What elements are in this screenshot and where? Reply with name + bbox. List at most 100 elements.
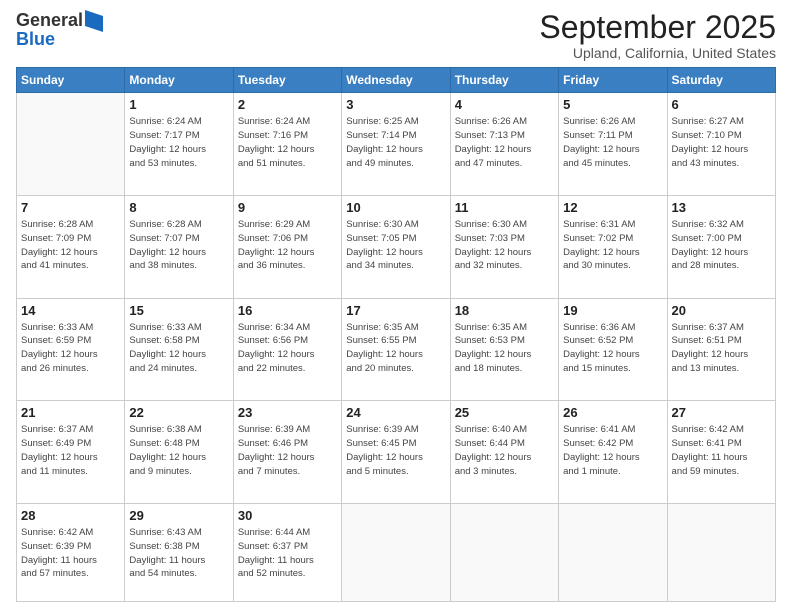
col-sunday: Sunday — [17, 68, 125, 93]
table-row: 1Sunrise: 6:24 AMSunset: 7:17 PMDaylight… — [125, 93, 233, 196]
day-info: Sunrise: 6:38 AMSunset: 6:48 PMDaylight:… — [129, 423, 228, 478]
day-info: Sunrise: 6:25 AMSunset: 7:14 PMDaylight:… — [346, 115, 445, 170]
day-info: Sunrise: 6:28 AMSunset: 7:09 PMDaylight:… — [21, 218, 120, 273]
col-thursday: Thursday — [450, 68, 558, 93]
table-row: 24Sunrise: 6:39 AMSunset: 6:45 PMDayligh… — [342, 401, 450, 504]
day-number: 26 — [563, 404, 662, 422]
day-info: Sunrise: 6:39 AMSunset: 6:46 PMDaylight:… — [238, 423, 337, 478]
day-number: 2 — [238, 96, 337, 114]
day-info: Sunrise: 6:24 AMSunset: 7:16 PMDaylight:… — [238, 115, 337, 170]
day-info: Sunrise: 6:39 AMSunset: 6:45 PMDaylight:… — [346, 423, 445, 478]
table-row — [342, 503, 450, 601]
main-title: September 2025 — [539, 10, 776, 45]
day-info: Sunrise: 6:37 AMSunset: 6:51 PMDaylight:… — [672, 321, 771, 376]
day-number: 3 — [346, 96, 445, 114]
table-row: 9Sunrise: 6:29 AMSunset: 7:06 PMDaylight… — [233, 195, 341, 298]
day-number: 24 — [346, 404, 445, 422]
day-number: 22 — [129, 404, 228, 422]
day-number: 14 — [21, 302, 120, 320]
table-row: 29Sunrise: 6:43 AMSunset: 6:38 PMDayligh… — [125, 503, 233, 601]
day-info: Sunrise: 6:34 AMSunset: 6:56 PMDaylight:… — [238, 321, 337, 376]
logo-blue: Blue — [16, 30, 55, 50]
day-info: Sunrise: 6:35 AMSunset: 6:53 PMDaylight:… — [455, 321, 554, 376]
table-row: 25Sunrise: 6:40 AMSunset: 6:44 PMDayligh… — [450, 401, 558, 504]
day-number: 5 — [563, 96, 662, 114]
table-row: 22Sunrise: 6:38 AMSunset: 6:48 PMDayligh… — [125, 401, 233, 504]
day-number: 27 — [672, 404, 771, 422]
day-info: Sunrise: 6:27 AMSunset: 7:10 PMDaylight:… — [672, 115, 771, 170]
day-number: 1 — [129, 96, 228, 114]
table-row: 19Sunrise: 6:36 AMSunset: 6:52 PMDayligh… — [559, 298, 667, 401]
col-monday: Monday — [125, 68, 233, 93]
calendar-header-row: Sunday Monday Tuesday Wednesday Thursday… — [17, 68, 776, 93]
header: General Blue September 2025 Upland, Cali… — [16, 10, 776, 61]
table-row: 20Sunrise: 6:37 AMSunset: 6:51 PMDayligh… — [667, 298, 775, 401]
day-number: 9 — [238, 199, 337, 217]
table-row: 30Sunrise: 6:44 AMSunset: 6:37 PMDayligh… — [233, 503, 341, 601]
day-number: 28 — [21, 507, 120, 525]
table-row: 6Sunrise: 6:27 AMSunset: 7:10 PMDaylight… — [667, 93, 775, 196]
day-info: Sunrise: 6:30 AMSunset: 7:03 PMDaylight:… — [455, 218, 554, 273]
day-info: Sunrise: 6:33 AMSunset: 6:58 PMDaylight:… — [129, 321, 228, 376]
day-number: 25 — [455, 404, 554, 422]
col-tuesday: Tuesday — [233, 68, 341, 93]
day-number: 4 — [455, 96, 554, 114]
day-info: Sunrise: 6:26 AMSunset: 7:13 PMDaylight:… — [455, 115, 554, 170]
day-number: 15 — [129, 302, 228, 320]
table-row: 13Sunrise: 6:32 AMSunset: 7:00 PMDayligh… — [667, 195, 775, 298]
day-info: Sunrise: 6:28 AMSunset: 7:07 PMDaylight:… — [129, 218, 228, 273]
table-row: 23Sunrise: 6:39 AMSunset: 6:46 PMDayligh… — [233, 401, 341, 504]
table-row: 21Sunrise: 6:37 AMSunset: 6:49 PMDayligh… — [17, 401, 125, 504]
day-info: Sunrise: 6:44 AMSunset: 6:37 PMDaylight:… — [238, 526, 337, 581]
day-number: 16 — [238, 302, 337, 320]
table-row — [450, 503, 558, 601]
logo: General Blue — [16, 10, 103, 50]
table-row: 8Sunrise: 6:28 AMSunset: 7:07 PMDaylight… — [125, 195, 233, 298]
table-row — [17, 93, 125, 196]
title-block: September 2025 Upland, California, Unite… — [539, 10, 776, 61]
day-number: 18 — [455, 302, 554, 320]
table-row: 7Sunrise: 6:28 AMSunset: 7:09 PMDaylight… — [17, 195, 125, 298]
col-saturday: Saturday — [667, 68, 775, 93]
day-info: Sunrise: 6:31 AMSunset: 7:02 PMDaylight:… — [563, 218, 662, 273]
day-info: Sunrise: 6:40 AMSunset: 6:44 PMDaylight:… — [455, 423, 554, 478]
day-number: 21 — [21, 404, 120, 422]
calendar-week-row: 21Sunrise: 6:37 AMSunset: 6:49 PMDayligh… — [17, 401, 776, 504]
day-info: Sunrise: 6:35 AMSunset: 6:55 PMDaylight:… — [346, 321, 445, 376]
logo-general: General — [16, 11, 83, 31]
table-row: 14Sunrise: 6:33 AMSunset: 6:59 PMDayligh… — [17, 298, 125, 401]
table-row: 28Sunrise: 6:42 AMSunset: 6:39 PMDayligh… — [17, 503, 125, 601]
day-info: Sunrise: 6:36 AMSunset: 6:52 PMDaylight:… — [563, 321, 662, 376]
table-row: 27Sunrise: 6:42 AMSunset: 6:41 PMDayligh… — [667, 401, 775, 504]
day-number: 23 — [238, 404, 337, 422]
table-row: 3Sunrise: 6:25 AMSunset: 7:14 PMDaylight… — [342, 93, 450, 196]
table-row: 16Sunrise: 6:34 AMSunset: 6:56 PMDayligh… — [233, 298, 341, 401]
day-number: 8 — [129, 199, 228, 217]
day-info: Sunrise: 6:26 AMSunset: 7:11 PMDaylight:… — [563, 115, 662, 170]
day-number: 30 — [238, 507, 337, 525]
day-info: Sunrise: 6:42 AMSunset: 6:39 PMDaylight:… — [21, 526, 120, 581]
table-row: 26Sunrise: 6:41 AMSunset: 6:42 PMDayligh… — [559, 401, 667, 504]
table-row: 18Sunrise: 6:35 AMSunset: 6:53 PMDayligh… — [450, 298, 558, 401]
table-row: 4Sunrise: 6:26 AMSunset: 7:13 PMDaylight… — [450, 93, 558, 196]
calendar-week-row: 28Sunrise: 6:42 AMSunset: 6:39 PMDayligh… — [17, 503, 776, 601]
page: General Blue September 2025 Upland, Cali… — [0, 0, 792, 612]
day-info: Sunrise: 6:43 AMSunset: 6:38 PMDaylight:… — [129, 526, 228, 581]
day-number: 10 — [346, 199, 445, 217]
subtitle: Upland, California, United States — [539, 45, 776, 61]
day-number: 7 — [21, 199, 120, 217]
day-number: 12 — [563, 199, 662, 217]
day-number: 29 — [129, 507, 228, 525]
day-info: Sunrise: 6:37 AMSunset: 6:49 PMDaylight:… — [21, 423, 120, 478]
table-row: 10Sunrise: 6:30 AMSunset: 7:05 PMDayligh… — [342, 195, 450, 298]
day-number: 17 — [346, 302, 445, 320]
calendar-week-row: 1Sunrise: 6:24 AMSunset: 7:17 PMDaylight… — [17, 93, 776, 196]
col-friday: Friday — [559, 68, 667, 93]
col-wednesday: Wednesday — [342, 68, 450, 93]
table-row: 17Sunrise: 6:35 AMSunset: 6:55 PMDayligh… — [342, 298, 450, 401]
table-row: 12Sunrise: 6:31 AMSunset: 7:02 PMDayligh… — [559, 195, 667, 298]
table-row: 2Sunrise: 6:24 AMSunset: 7:16 PMDaylight… — [233, 93, 341, 196]
calendar-week-row: 7Sunrise: 6:28 AMSunset: 7:09 PMDaylight… — [17, 195, 776, 298]
table-row: 11Sunrise: 6:30 AMSunset: 7:03 PMDayligh… — [450, 195, 558, 298]
day-info: Sunrise: 6:32 AMSunset: 7:00 PMDaylight:… — [672, 218, 771, 273]
